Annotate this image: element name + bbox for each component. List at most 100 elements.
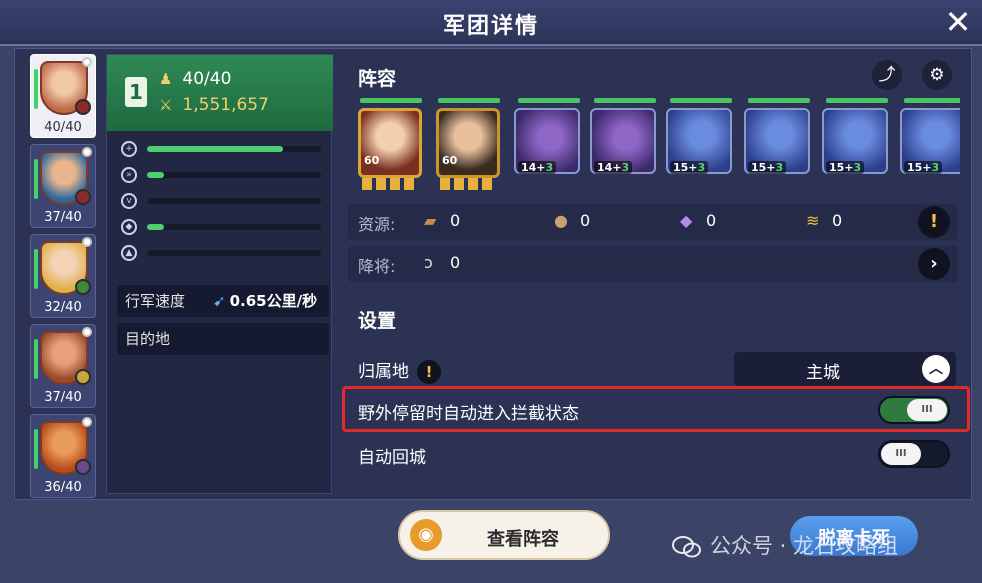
troop-number-badge: 1	[125, 77, 147, 107]
resources-row: 资源: ▰ 0 ● 0 ◆ 0 ≋ 0 !	[348, 204, 958, 240]
wechat-icon	[672, 536, 701, 558]
crosshair-icon: +	[121, 141, 137, 157]
stat-fill	[147, 224, 165, 230]
unit-level: 15+3	[826, 161, 865, 174]
unit-level: 60	[442, 154, 458, 167]
unit-level: 15+3	[748, 161, 787, 174]
resource-value: 0	[580, 211, 591, 230]
crystal-icon: ◆	[680, 211, 693, 230]
stat-row-attack: +	[121, 141, 321, 157]
stat-track	[147, 250, 321, 256]
watermark: 公众号 · 龙石攻略组	[672, 530, 898, 560]
unit-health-bar	[360, 98, 422, 103]
hero-skill-icon	[75, 279, 91, 295]
resources-label: 资源:	[358, 215, 396, 234]
hero-card[interactable]: 37/40	[30, 324, 96, 408]
view-lineup-label: 查看阵容	[487, 529, 559, 550]
lineup-title: 阵容	[358, 68, 397, 90]
hero-skill-icon	[75, 369, 91, 385]
lineup-icon: ◉	[410, 519, 442, 551]
hero-gem-icon	[82, 417, 92, 427]
unit-level: 15+3	[670, 161, 709, 174]
unit-health-bar	[670, 98, 732, 103]
home-info-icon[interactable]: !	[417, 360, 441, 384]
march-speed-value: 0.65公里/秒	[229, 292, 318, 310]
stat-row-speed: »	[121, 167, 321, 183]
unit-level-plus: 3	[775, 161, 784, 174]
hero-card[interactable]: 37/40	[30, 144, 96, 228]
gear-icon[interactable]: ⚙	[922, 60, 952, 90]
chevron-right-icon[interactable]: ›	[918, 248, 950, 280]
hero-health-bar	[34, 69, 38, 109]
unit-level: 60	[364, 154, 380, 167]
unit-level: 14+3	[518, 161, 557, 174]
unit-stars	[362, 178, 418, 190]
hero-health-bar	[34, 429, 38, 469]
unit-level-base: 15+	[751, 161, 776, 174]
hero-card[interactable]: 36/40	[30, 414, 96, 498]
unit-level-plus: 3	[697, 161, 706, 174]
stat-track	[147, 146, 321, 152]
auto-return-label: 自动回城	[358, 448, 426, 468]
soldier-icon: ♟	[159, 70, 173, 88]
hero-troop-count: 36/40	[44, 480, 82, 495]
home-value: 主城	[806, 363, 840, 383]
hero-health-bar	[34, 249, 38, 289]
resource-value: 0	[706, 211, 717, 230]
wood-icon: ▰	[424, 211, 437, 230]
captives-count: ↄ0	[424, 253, 460, 272]
captives-value: 0	[450, 253, 461, 272]
stat-fill	[147, 172, 165, 178]
hero-gem-icon	[82, 327, 92, 337]
troop-power-line: ⚔ 1,551,657	[159, 95, 269, 115]
watermark-text: 公众号 · 龙石攻略组	[710, 534, 899, 558]
destination-label: 目的地	[125, 330, 171, 348]
stat-track	[147, 172, 321, 178]
troop-count: 40/40	[182, 69, 232, 89]
chevron-up-icon: ︿	[922, 355, 950, 383]
resource-value: 0	[450, 211, 461, 230]
resources-info-button[interactable]: !	[918, 206, 950, 238]
stat-track	[147, 224, 321, 230]
boot-icon: »	[121, 167, 137, 183]
troop-count-line: ♟ 40/40	[159, 69, 231, 89]
share-icon[interactable]: ⤴	[872, 60, 902, 90]
unit-level: 14+3	[594, 161, 633, 174]
stat-row-wings: v	[121, 193, 321, 209]
view-lineup-button[interactable]: ◉ 查看阵容	[398, 510, 610, 560]
settings-title: 设置	[358, 310, 397, 332]
gold-icon: ≋	[806, 211, 820, 230]
hero-gem-icon	[82, 237, 92, 247]
auto-return-toggle[interactable]: III	[878, 440, 950, 468]
wings-icon: v	[121, 193, 137, 209]
unit-health-bar	[826, 98, 888, 103]
march-speed-label: 行军速度	[125, 292, 186, 310]
troop-header: 1 ♟ 40/40 ⚔ 1,551,657	[107, 55, 333, 131]
unit-level-base: 14+	[521, 161, 546, 174]
home-label-wrap: 归属地!	[358, 357, 441, 384]
close-icon[interactable]: ✕	[940, 4, 976, 40]
resource-crystal: ◆ 0	[680, 211, 716, 230]
stat-fill	[147, 146, 283, 152]
hero-list: 40/40 37/40 32/40 37/40 36/40	[30, 54, 100, 504]
crossed-swords-icon: ⚔	[159, 96, 173, 114]
captives-row: 降将: ↄ0 ›	[348, 246, 958, 282]
unit-level-base: 15+	[673, 161, 698, 174]
hero-gem-icon	[82, 147, 92, 157]
lightning-icon: ➹	[213, 292, 226, 310]
unit-health-bar	[904, 98, 960, 103]
highlight-box	[342, 386, 970, 432]
hero-card[interactable]: 32/40	[30, 234, 96, 318]
hero-card[interactable]: 40/40	[30, 54, 96, 138]
home-row: 归属地! 主城 ︿	[348, 348, 958, 388]
unit-level-base: 15+	[907, 161, 932, 174]
hero-troop-count: 32/40	[44, 300, 82, 315]
resource-stone: ● 0	[554, 211, 590, 230]
unit-level-plus: 3	[621, 161, 630, 174]
home-select[interactable]: 主城 ︿	[734, 352, 956, 386]
troop-power: 1,551,657	[182, 95, 269, 115]
unit-health-bar	[594, 98, 656, 103]
stone-icon: ●	[554, 211, 568, 230]
home-label: 归属地	[358, 362, 409, 382]
auto-return-row: 自动回城 III	[348, 434, 958, 474]
